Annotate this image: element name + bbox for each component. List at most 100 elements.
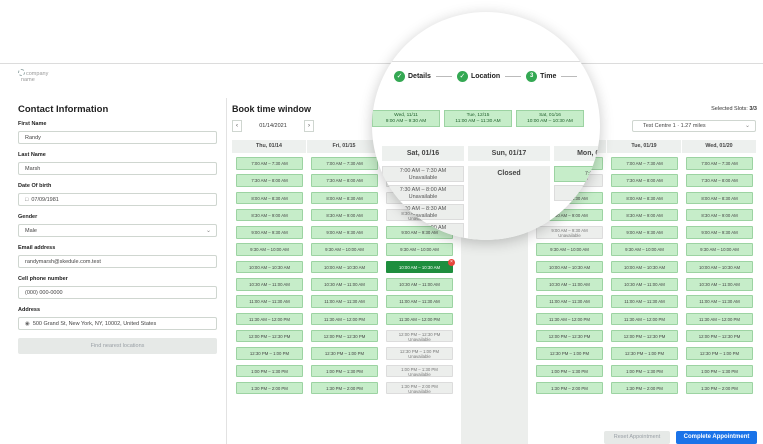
time-slot[interactable]: 9:00 AM – 9:30 AM [686, 226, 753, 239]
time-slot[interactable]: 1:00 PM – 1:30 PM [236, 364, 303, 378]
reset-appointment-button[interactable]: Reset Appointment [604, 431, 670, 444]
step-label: Details [408, 73, 431, 80]
time-slot[interactable]: 8:00 AM – 8:30 AM [311, 191, 378, 205]
email-field[interactable]: randymarsh@skedule.com.test [18, 255, 217, 268]
time-slot[interactable]: 9:00 AM – 9:30 AM [311, 226, 378, 239]
time-slot[interactable]: 8:30 AM – 9:00 AM [686, 208, 753, 222]
time-slot[interactable]: 7:00 AM – 7:30 AM [611, 157, 678, 170]
time-slot[interactable]: 7:30 AM – 8:00 AM [311, 174, 378, 187]
next-date-button[interactable]: › [304, 120, 314, 132]
time-slot[interactable]: 11:30 AM – 12:00 PM [611, 312, 678, 326]
time-slot[interactable]: 9:00 AM – 9:30 AM [611, 226, 678, 239]
time-slot[interactable]: 1:30 PM – 2:00 PM [236, 381, 303, 395]
time-slot[interactable]: 10:00 AM – 10:30 AM [536, 260, 603, 274]
time-slot[interactable]: 11:00 AM – 11:30 AM [386, 295, 453, 308]
time-slot[interactable]: 9:30 AM – 10:00 AM [686, 243, 753, 256]
first-name-field[interactable]: Randy [18, 131, 217, 144]
time-slot[interactable]: 1:00 PM – 1:30 PM [686, 364, 753, 378]
time-slot[interactable]: 8:30 AM – 9:00 AM [611, 208, 678, 222]
time-slot[interactable]: 12:00 PM – 12:30 PM [311, 329, 378, 343]
time-slot[interactable]: 12:00 PM – 12:30 PM [536, 329, 603, 343]
time-slot[interactable]: 10:00 AM – 10:30 AM [236, 260, 303, 274]
slot-time: 12:30 PM – 1:00 PM [324, 351, 365, 357]
time-slot[interactable]: 8:30 AM – 9:00 AM [311, 208, 378, 222]
slot-status: Unavailable [408, 193, 438, 200]
time-slot[interactable]: 8:00 AM – 8:30 AM [236, 191, 303, 205]
time-slot[interactable]: 11:30 AM – 12:00 PM [236, 312, 303, 326]
time-slot[interactable]: 7:00 AM – 7:30 AM [236, 157, 303, 170]
time-slot[interactable]: 1:00 PM – 1:30 PM [311, 364, 378, 378]
time-slot[interactable]: 1:30 PM – 2:00 PM [611, 381, 678, 395]
dob-value: 07/09/1981 [31, 197, 59, 203]
time-slot[interactable]: 1:30 PM – 2:00 PM [686, 381, 753, 395]
selected-slots-row: Wed, 11/11 9:00 AM – 9:30 AM Tue, 12/15 11:… [372, 110, 588, 127]
day-column: Fri, 01/15 7:00 AM – 7:30 AM 7:30 AM – 8:0… [307, 140, 382, 444]
time-slot[interactable]: 12:30 PM – 1:00 PM [236, 347, 303, 360]
time-slot[interactable]: 9:30 AM – 10:00 AM [611, 243, 678, 256]
time-slot[interactable]: 10:30 AM – 11:00 AM [236, 278, 303, 291]
time-slot[interactable]: 1:00 PM – 1:30 PM [536, 364, 603, 378]
time-slot[interactable]: 10:30 AM – 11:00 AM [386, 278, 453, 291]
location-select[interactable]: Test Centre 1 · 1.27 miles ⌄ [632, 120, 756, 132]
time-slot[interactable]: 12:30 PM – 1:00 PM [686, 347, 753, 360]
time-slot[interactable]: 9:30 AM – 10:00 AM [536, 243, 603, 256]
time-slot[interactable]: 10:30 AM – 11:00 AM [536, 278, 603, 291]
slot-time: 12:30 PM – 1:00 PM [624, 351, 665, 357]
magnified-sat-column: 7:00 AM – 7:30 AM Unavailable 7:30 AM – 8:… [382, 166, 464, 240]
current-date[interactable]: 01/14/2021 [242, 123, 304, 129]
time-slot[interactable]: 9:00 AM – 9:30 AM [236, 226, 303, 239]
time-slot[interactable]: 9:30 AM – 10:00 AM [236, 243, 303, 256]
time-slot[interactable]: 9:30 AM – 10:00 AM [386, 243, 453, 256]
time-slot[interactable]: 11:30 AM – 12:00 PM [386, 312, 453, 326]
time-slot[interactable]: 7:30 AM – 8:00 AM [611, 174, 678, 187]
time-slot[interactable]: 11:00 AM – 11:30 AM [686, 295, 753, 308]
find-nearest-locations-button[interactable]: Find nearest locations [18, 338, 217, 354]
gender-value: Male [25, 228, 37, 234]
time-slot[interactable]: 11:00 AM – 11:30 AM [311, 295, 378, 308]
time-slot[interactable]: 12:00 PM – 12:30 PM [611, 329, 678, 343]
time-slot[interactable]: 12:30 PM – 1:00 PM [611, 347, 678, 360]
time-slot[interactable]: 7:00 AM – 7:30 AM [311, 157, 378, 170]
time-slot[interactable]: 1:30 PM – 2:00 PM [311, 381, 378, 395]
remove-icon[interactable]: × [448, 258, 455, 266]
time-slot[interactable]: 10:30 AM – 11:00 AM [686, 278, 753, 291]
slot-time: 1:30 PM – 2:00 PM [326, 385, 363, 391]
time-slot[interactable]: 11:00 AM – 11:30 AM [236, 295, 303, 308]
time-slot[interactable]: 10:30 AM – 11:00 AM [611, 278, 678, 291]
time-slot[interactable]: 11:30 AM – 12:00 PM [686, 312, 753, 326]
magnified-slot[interactable]: 7:00 AM [554, 166, 600, 182]
time-slot[interactable]: 10:00 AM – 10:30 AM [311, 260, 378, 274]
prev-date-button[interactable]: ‹ [232, 120, 242, 132]
time-slot[interactable]: 8:00 AM – 8:30 AM [686, 191, 753, 205]
time-slot[interactable]: 10:00 AM – 10:30 AM [611, 260, 678, 274]
time-slot[interactable]: 12:00 PM – 12:30 PM [686, 329, 753, 343]
summary-time: 10:00 AM – 10:30 AM [527, 119, 573, 124]
time-slot[interactable]: 11:30 AM – 12:00 PM [536, 312, 603, 326]
time-slot-selected[interactable]: 10:00 AM – 10:30 AM × [386, 258, 455, 274]
last-name-field[interactable]: Marsh [18, 162, 217, 175]
time-slot[interactable]: 9:30 AM – 10:00 AM [311, 243, 378, 256]
dob-field[interactable]: □ 07/09/1981 [18, 193, 217, 206]
selected-slot-summary: Wed, 11/11 9:00 AM – 9:30 AM [372, 110, 440, 127]
time-slot[interactable]: 11:00 AM – 11:30 AM [611, 295, 678, 308]
gender-select[interactable]: Male ⌄ [18, 224, 217, 237]
time-slot[interactable]: 8:30 AM – 9:00 AM [236, 208, 303, 222]
time-slot[interactable]: 10:30 AM – 11:00 AM [311, 278, 378, 291]
time-slot[interactable]: 10:00 AM – 10:30 AM [686, 260, 753, 274]
slot-status: Unavailable [408, 337, 431, 343]
time-slot[interactable]: 12:30 PM – 1:00 PM [536, 347, 603, 360]
complete-appointment-button[interactable]: Complete Appointment [676, 431, 757, 444]
time-slot[interactable]: 1:30 PM – 2:00 PM [536, 381, 603, 395]
time-slot[interactable]: 7:30 AM – 8:00 AM [686, 174, 753, 187]
contact-title: Contact Information [18, 104, 109, 115]
time-slot[interactable]: 12:30 PM – 1:00 PM [311, 347, 378, 360]
time-slot[interactable]: 8:00 AM – 8:30 AM [611, 191, 678, 205]
time-slot[interactable]: 11:30 AM – 12:00 PM [311, 312, 378, 326]
phone-field[interactable]: (000) 000-0000 [18, 286, 217, 299]
time-slot[interactable]: 11:00 AM – 11:30 AM [536, 295, 603, 308]
address-field[interactable]: ◉ 500 Grand St, New York, NY, 10002, Unit… [18, 317, 217, 330]
time-slot[interactable]: 7:00 AM – 7:30 AM [686, 157, 753, 170]
time-slot[interactable]: 1:00 PM – 1:30 PM [611, 364, 678, 378]
time-slot[interactable]: 12:00 PM – 12:30 PM [236, 329, 303, 343]
time-slot[interactable]: 7:30 AM – 8:00 AM [236, 174, 303, 187]
